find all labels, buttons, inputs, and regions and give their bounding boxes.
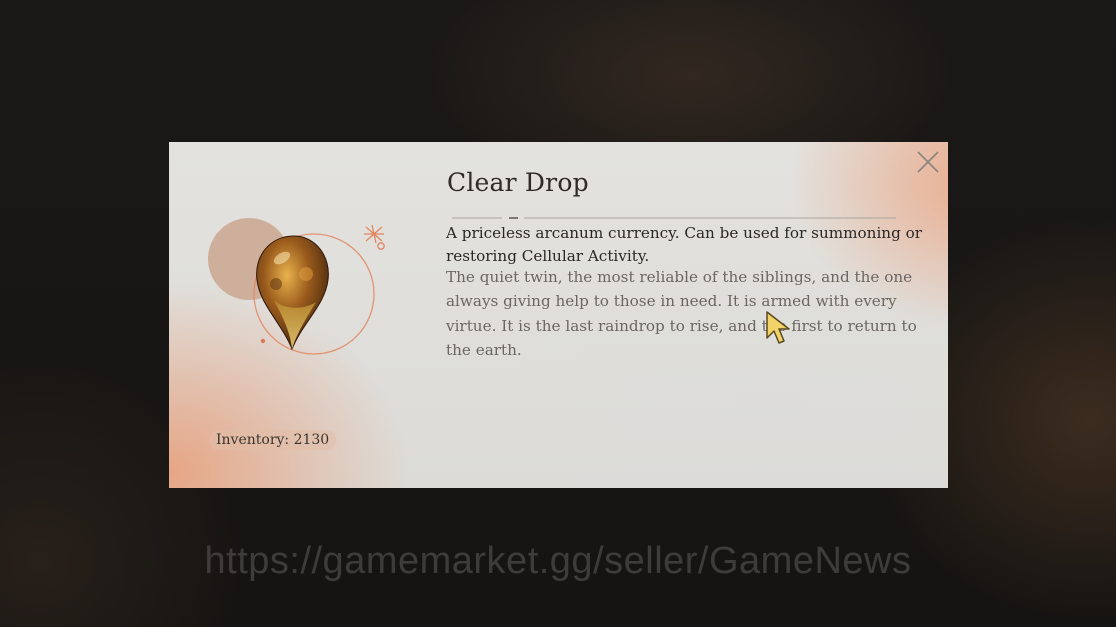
spark-icon [364, 224, 385, 250]
mouse-cursor-icon [766, 311, 790, 344]
item-title: Clear Drop [447, 168, 589, 197]
item-detail-dialog: Clear Drop A priceless arcanum currency.… [169, 142, 948, 488]
close-icon[interactable] [914, 148, 942, 176]
amber-drop-icon [208, 218, 385, 355]
orbit-dot [260, 338, 266, 344]
watermark-text: https://gamemarket.gg/seller/GameNews [204, 540, 912, 582]
item-lore: The quiet twin, the most reliable of the… [446, 268, 917, 360]
title-divider [452, 217, 896, 219]
item-summary: A priceless arcanum currency. Can be use… [446, 224, 923, 265]
inventory-count: Inventory: 2130 [209, 430, 337, 450]
